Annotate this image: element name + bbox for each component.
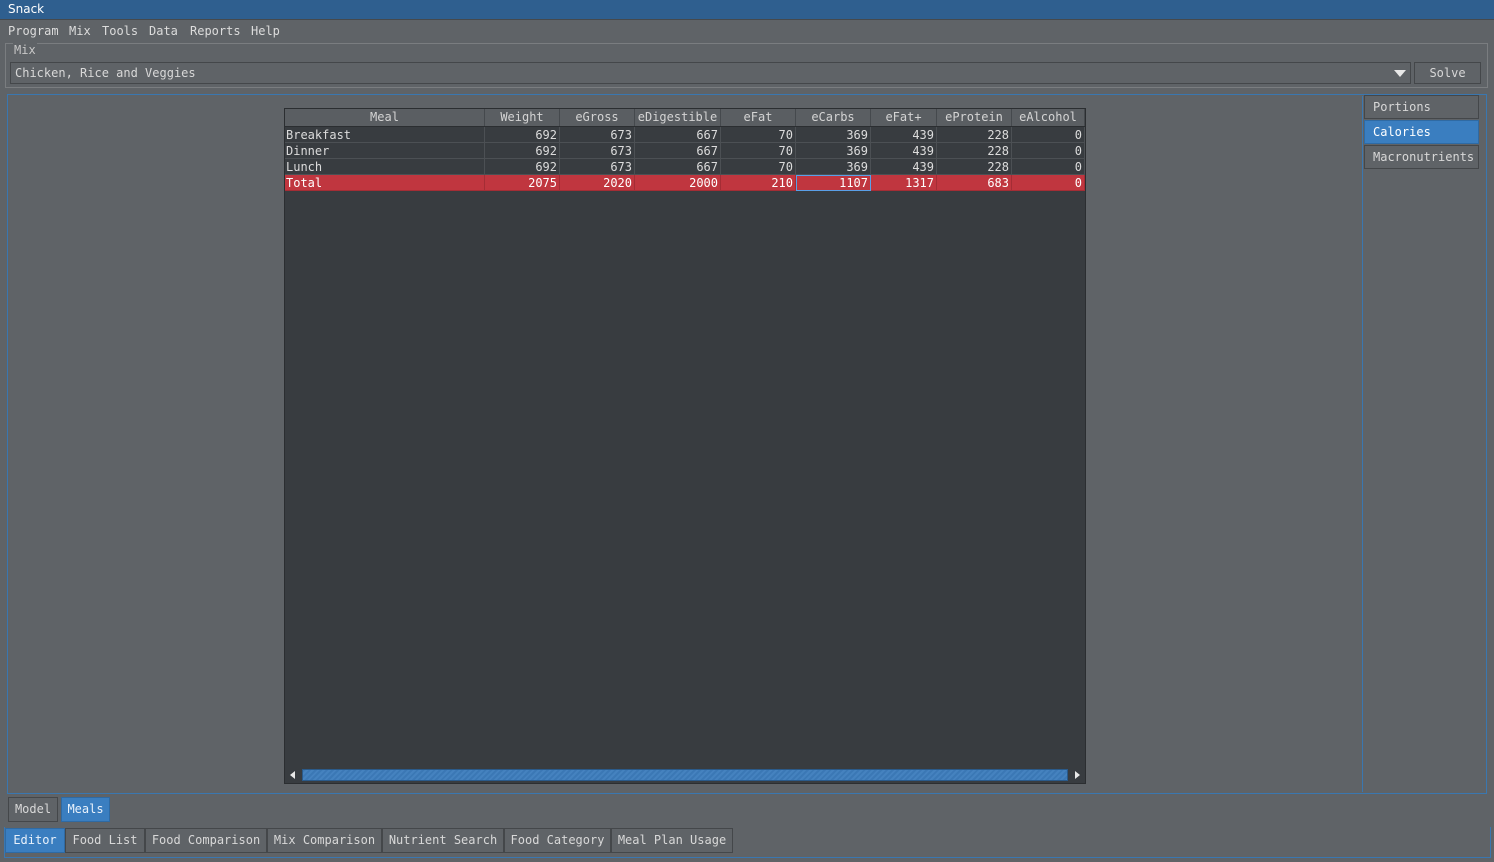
mix-group-label: Mix (13, 43, 37, 57)
tab-food-category[interactable]: Food Category (504, 828, 611, 853)
tab-editor[interactable]: Editor (5, 828, 65, 853)
value-cell[interactable]: 2000 (635, 175, 721, 191)
menu-bar: Program Mix Tools Data Reports Help (0, 19, 1494, 41)
meal-name-cell[interactable]: Breakfast (285, 127, 485, 143)
value-cell[interactable]: 439 (871, 159, 937, 175)
side-tab-portions[interactable]: Portions (1364, 95, 1479, 119)
value-cell[interactable]: 667 (635, 127, 721, 143)
value-cell[interactable]: 667 (635, 143, 721, 159)
value-cell[interactable]: 439 (871, 127, 937, 143)
value-cell[interactable]: 0 (1012, 175, 1085, 191)
column-header[interactable]: eDigestible (635, 109, 721, 126)
solve-button[interactable]: Solve (1414, 62, 1481, 84)
value-cell[interactable]: 692 (485, 159, 560, 175)
meal-name-cell[interactable]: Lunch (285, 159, 485, 175)
value-cell[interactable]: 0 (1012, 127, 1085, 143)
scroll-left-icon[interactable] (290, 771, 295, 779)
tab-food-list[interactable]: Food List (65, 828, 145, 853)
column-header[interactable]: Meal (285, 109, 485, 126)
value-cell[interactable]: 210 (721, 175, 796, 191)
total-row[interactable]: Total 2075 2020 2000 210 1107 1317 683 0 (285, 175, 1085, 191)
mix-select-value: Chicken, Rice and Veggies (15, 66, 196, 80)
menu-help[interactable]: Help (251, 23, 280, 39)
value-cell[interactable]: 692 (485, 143, 560, 159)
tab-nutrient-search[interactable]: Nutrient Search (382, 828, 504, 853)
scroll-right-icon[interactable] (1075, 771, 1080, 779)
chevron-down-icon[interactable] (1394, 70, 1406, 77)
value-cell[interactable]: 673 (560, 127, 635, 143)
tab-mix-comparison[interactable]: Mix Comparison (267, 828, 382, 853)
table-row[interactable]: Lunch 692 673 667 70 369 439 228 0 (285, 159, 1085, 175)
menu-mix[interactable]: Mix (69, 23, 91, 39)
column-header[interactable]: eFat (721, 109, 796, 126)
table-row[interactable]: Dinner 692 673 667 70 369 439 228 0 (285, 143, 1085, 159)
menu-reports[interactable]: Reports (190, 23, 241, 39)
view-tab-meals[interactable]: Meals (61, 797, 110, 822)
horizontal-scrollbar[interactable] (285, 767, 1085, 783)
value-cell[interactable]: 683 (937, 175, 1012, 191)
window-title: Snack (0, 0, 1494, 19)
value-cell[interactable]: 692 (485, 127, 560, 143)
menu-tools[interactable]: Tools (102, 23, 138, 39)
value-cell[interactable]: 667 (635, 159, 721, 175)
meal-name-cell[interactable]: Dinner (285, 143, 485, 159)
value-cell[interactable]: 70 (721, 143, 796, 159)
value-cell[interactable]: 1107 (796, 175, 871, 191)
column-header[interactable]: eCarbs (796, 109, 871, 126)
tab-meal-plan-usage[interactable]: Meal Plan Usage (611, 828, 733, 853)
value-cell[interactable]: 2075 (485, 175, 560, 191)
column-header[interactable]: eFat+ (871, 109, 937, 126)
column-header[interactable]: eProtein (937, 109, 1012, 126)
value-cell[interactable]: 228 (937, 127, 1012, 143)
table-header: Meal Weight eGross eDigestible eFat eCarbs eFa… (285, 109, 1085, 127)
column-header[interactable]: Weight (485, 109, 560, 126)
meal-name-cell[interactable]: Total (285, 175, 485, 191)
menu-program[interactable]: Program (8, 23, 59, 39)
value-cell[interactable]: 1317 (871, 175, 937, 191)
value-cell[interactable]: 0 (1012, 159, 1085, 175)
value-cell[interactable]: 369 (796, 127, 871, 143)
view-tab-model[interactable]: Model (8, 797, 58, 822)
side-tab-calories[interactable]: Calories (1364, 120, 1479, 144)
meals-table[interactable]: Meal Weight eGross eDigestible eFat eCarbs eFa… (284, 108, 1086, 784)
value-cell[interactable]: 673 (560, 143, 635, 159)
value-cell[interactable]: 673 (560, 159, 635, 175)
value-cell[interactable]: 228 (937, 159, 1012, 175)
value-cell[interactable]: 70 (721, 127, 796, 143)
column-header[interactable]: eAlcohol (1012, 109, 1085, 126)
value-cell[interactable]: 70 (721, 159, 796, 175)
side-tab-macronutrients[interactable]: Macronutrients (1364, 145, 1479, 169)
menu-data[interactable]: Data (149, 23, 178, 39)
value-cell[interactable]: 369 (796, 159, 871, 175)
scrollbar-thumb[interactable] (302, 769, 1068, 781)
value-cell[interactable]: 0 (1012, 143, 1085, 159)
mix-select[interactable]: Chicken, Rice and Veggies (10, 62, 1411, 84)
tab-food-comparison[interactable]: Food Comparison (145, 828, 267, 853)
column-header[interactable]: eGross (560, 109, 635, 126)
table-row[interactable]: Breakfast 692 673 667 70 369 439 228 0 (285, 127, 1085, 143)
value-cell[interactable]: 439 (871, 143, 937, 159)
value-cell[interactable]: 369 (796, 143, 871, 159)
value-cell[interactable]: 228 (937, 143, 1012, 159)
value-cell[interactable]: 2020 (560, 175, 635, 191)
